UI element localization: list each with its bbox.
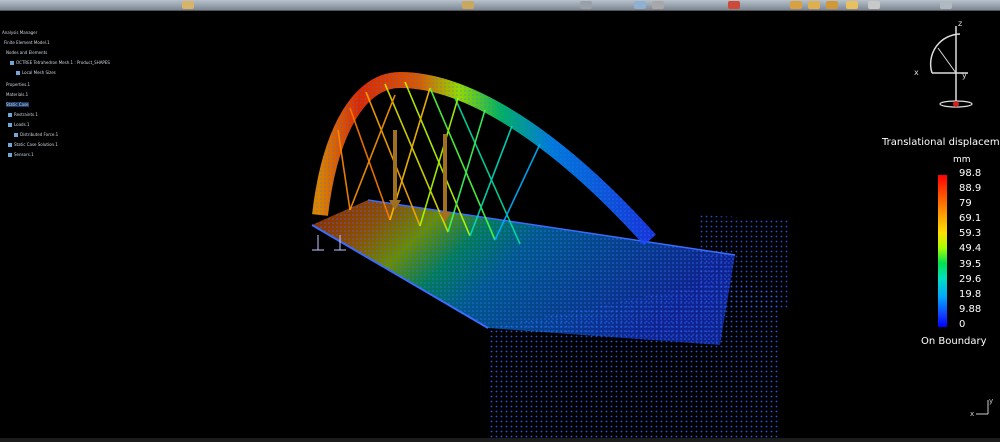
legend-value: 9.88 [959, 304, 982, 315]
axis-y-label: y [989, 397, 993, 405]
tree-item-properties[interactable]: Properties.1 [6, 82, 30, 87]
legend-value: 69.1 [959, 213, 982, 224]
legend-value: 79 [959, 198, 972, 209]
legend-value: 98.8 [959, 168, 982, 179]
bridge-deck [311, 199, 736, 345]
mesh-size-icon [16, 71, 20, 75]
legend-title: Translational displacemer [882, 137, 1000, 148]
compass-icon[interactable]: x z y [912, 18, 974, 113]
legend-footer: On Boundary [921, 336, 987, 347]
tree-item-sensors[interactable]: Sensors.1 [8, 152, 34, 157]
toolbar-icon-12[interactable] [940, 1, 952, 9]
toolbar-icon-4[interactable] [634, 1, 646, 9]
legend-value: 29.6 [959, 274, 982, 285]
tree-item-fem[interactable]: Finite Element Model.1 [4, 40, 50, 45]
tree-item-static-case[interactable]: Static Case [6, 102, 29, 107]
tree-item-local-mesh[interactable]: Local Mesh Sizes [16, 70, 56, 75]
color-scale-bar[interactable] [938, 175, 947, 327]
compass-z-label: z [958, 19, 962, 28]
legend-value: 0 [959, 319, 966, 330]
toolbar-icon-11[interactable] [868, 1, 880, 9]
legend-value: 49.4 [959, 243, 982, 254]
tree-item-loads[interactable]: Loads.1 [8, 122, 30, 127]
tree-item-materials[interactable]: Materials.1 [6, 92, 28, 97]
tree-item-mesh[interactable]: OCTREE Tetrahedron Mesh.1 : Product_SHAP… [10, 60, 110, 65]
tree-item-solution[interactable]: Static Case Solution.1 [8, 142, 58, 147]
axis-triad-icon: x y [970, 397, 993, 418]
tree-item-nodes-elements[interactable]: Nodes and Elements [6, 50, 47, 55]
axis-x-label: x [970, 410, 974, 418]
toolbar-icon-6[interactable] [728, 1, 740, 9]
tree-item-distributed-force[interactable]: Distributed Force.1 [14, 132, 58, 137]
toolbar-icon-10[interactable] [846, 1, 858, 9]
load-icon [8, 123, 12, 127]
restraint-icon [8, 113, 12, 117]
legend-value: 59.3 [959, 228, 982, 239]
tree-item-restraints[interactable]: Restraints.1 [8, 112, 38, 117]
analysis-viewport[interactable] [0, 10, 1000, 440]
toolbar-icon-8[interactable] [808, 1, 820, 9]
toolbar-icon-7[interactable] [790, 1, 802, 9]
toolbar-icon-2[interactable] [462, 1, 474, 9]
force-icon [14, 133, 18, 137]
status-bar [0, 438, 1000, 442]
legend-value: 39.5 [959, 259, 982, 270]
legend-value: 19.8 [959, 289, 982, 300]
compass-y-label: y [962, 71, 967, 80]
toolbar-icon-9[interactable] [826, 1, 838, 9]
legend-unit: mm [953, 155, 971, 165]
compass-x-label: x [914, 68, 919, 77]
tree-item-analysis-manager[interactable]: Analysis Manager [2, 30, 37, 35]
legend-value: 88.9 [959, 183, 982, 194]
solution-icon [8, 143, 12, 147]
mesh-icon [10, 61, 14, 65]
toolbar-icon-5[interactable] [652, 1, 664, 9]
sensor-icon [8, 153, 12, 157]
toolbar-icon-1[interactable] [182, 1, 194, 9]
toolbar-icon-3[interactable] [580, 1, 592, 9]
